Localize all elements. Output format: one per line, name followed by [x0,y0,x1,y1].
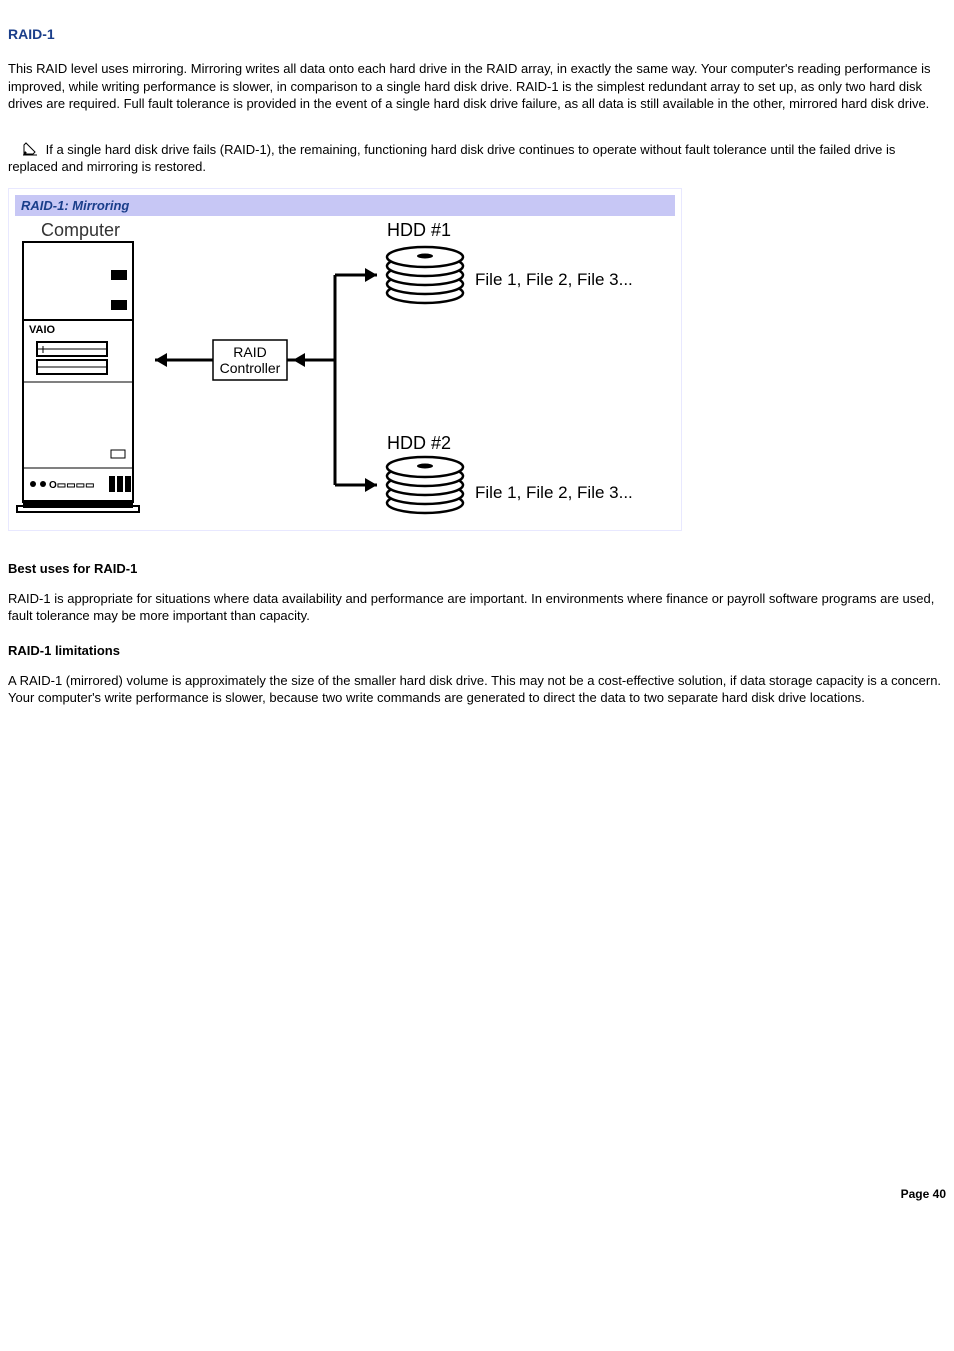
raid-mirroring-diagram: Computer HDD #1 File 1, File 2, File 3..… [15,220,675,520]
best-uses-text: RAID-1 is appropriate for situations whe… [8,590,946,625]
page-number: Page 40 [8,1187,946,1209]
limitations-heading: RAID-1 limitations [8,643,946,658]
figure-container: RAID-1: Mirroring Computer HDD #1 File 1… [8,188,682,531]
svg-text:O▭▭▭▭: O▭▭▭▭ [49,480,95,491]
note-text: If a single hard disk drive fails (RAID-… [8,142,895,175]
intro-paragraph: This RAID level uses mirroring. Mirrorin… [8,60,946,113]
svg-text:RAID: RAID [233,344,266,360]
figure-title: RAID-1: Mirroring [15,195,675,216]
note-block: If a single hard disk drive fails (RAID-… [8,141,946,176]
pencil-note-icon [22,142,40,156]
limitations-text: A RAID-1 (mirrored) volume is approximat… [8,672,946,707]
section-heading: RAID-1 [8,26,946,42]
best-uses-heading: Best uses for RAID-1 [8,561,946,576]
svg-text:VAIO: VAIO [29,324,56,336]
svg-text:Controller: Controller [220,360,281,376]
